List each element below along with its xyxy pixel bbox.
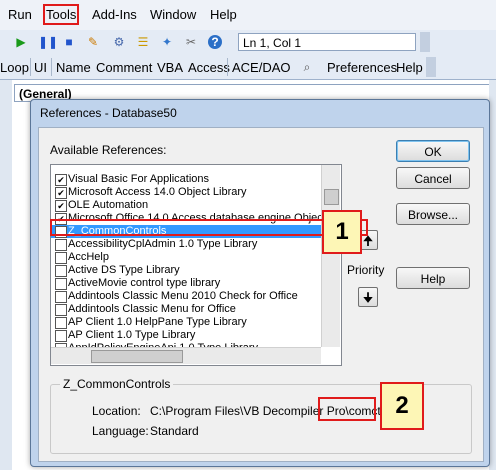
separator xyxy=(227,58,228,76)
reference-label: OLE Automation xyxy=(68,199,149,211)
menu-help[interactable]: Help xyxy=(210,7,237,22)
toolbar-item-preferences[interactable]: Preferences xyxy=(327,60,397,75)
toolbar-item-vba[interactable]: VBA xyxy=(157,60,183,75)
reference-label: ActiveMovie control type library xyxy=(68,277,221,289)
menu-add-ins[interactable]: Add-Ins xyxy=(92,7,137,22)
checkbox[interactable] xyxy=(55,330,67,342)
reference-label: Microsoft Access 14.0 Object Library xyxy=(68,186,247,198)
separator xyxy=(51,58,52,76)
available-references-label: Available References: xyxy=(50,143,167,157)
reference-item[interactable]: ✔ OLE Automation xyxy=(51,199,323,212)
checkbox[interactable] xyxy=(55,252,67,264)
toolbar-grip[interactable] xyxy=(420,32,430,52)
scroll-thumb[interactable] xyxy=(324,189,339,205)
checkbox[interactable] xyxy=(55,239,67,251)
ok-button[interactable]: OK xyxy=(396,140,470,162)
callout-2: 2 xyxy=(380,382,424,430)
group-legend: Z_CommonControls xyxy=(60,377,174,391)
toolbar-item-help[interactable]: Help xyxy=(396,60,423,75)
scrollbar[interactable] xyxy=(489,80,496,470)
reference-label: AP Client 1.0 HelpPane Type Library xyxy=(68,316,247,328)
menu-run[interactable]: Run xyxy=(8,7,32,22)
reference-item[interactable]: ActiveMovie control type library xyxy=(51,277,323,290)
margin-strip xyxy=(0,80,12,470)
checkbox[interactable] xyxy=(55,317,67,329)
list-vertical-scrollbar[interactable] xyxy=(321,165,340,347)
browse-button[interactable]: Browse... xyxy=(396,203,470,225)
reference-item[interactable]: Addintools Classic Menu for Office xyxy=(51,303,323,316)
reference-label: AccessibilityCplAdmin 1.0 Type Library xyxy=(68,238,258,250)
reference-label: Addintools Classic Menu 2010 Check for O… xyxy=(68,290,298,302)
reference-label: AP Client 1.0 Type Library xyxy=(68,329,196,341)
reference-item[interactable]: AccHelp xyxy=(51,251,323,264)
toolbar-item-comment[interactable]: Comment xyxy=(96,60,152,75)
stop-icon[interactable]: ■ xyxy=(62,35,76,49)
cursor-position: Ln 1, Col 1 xyxy=(238,33,416,51)
reference-label: Addintools Classic Menu for Office xyxy=(68,303,236,315)
checkbox[interactable]: ✔ xyxy=(55,187,67,199)
project-explorer-icon[interactable]: ⚙ xyxy=(112,35,126,49)
reference-item[interactable]: ✔ Microsoft Access 14.0 Object Library xyxy=(51,186,323,199)
highlight-box xyxy=(50,219,368,236)
checkbox[interactable] xyxy=(55,291,67,303)
highlight-box xyxy=(318,397,376,421)
search-icon[interactable]: ⌕ xyxy=(300,60,314,74)
pause-icon[interactable]: ❚❚ xyxy=(38,35,58,49)
checkbox[interactable]: ✔ xyxy=(55,174,67,186)
addin-toolbar: Loop UI Name Comment VBA Access ACE/DAO … xyxy=(0,55,496,80)
toolbar-grip[interactable] xyxy=(426,57,436,77)
priority-down-button[interactable]: 🠋 xyxy=(358,287,378,307)
location-label: Location: xyxy=(92,404,141,418)
menu-window[interactable]: Window xyxy=(150,7,196,22)
run-icon[interactable]: ▶ xyxy=(14,35,28,49)
arrow-down-icon: 🠋 xyxy=(362,290,374,305)
dialog-title: References - Database50 xyxy=(40,106,177,120)
reference-item[interactable]: Active DS Type Library xyxy=(51,264,323,277)
menu-bar: Run Tools Add-Ins Window Help xyxy=(0,0,496,31)
help-button[interactable]: Help xyxy=(396,267,470,289)
references-list[interactable]: ✔ Visual Basic For Applications ✔ Microsoft… xyxy=(50,164,342,366)
separator xyxy=(30,58,31,76)
reference-label: Visual Basic For Applications xyxy=(68,173,210,185)
language-value: Standard xyxy=(150,424,199,438)
toolbox-icon[interactable]: ✂ xyxy=(184,35,198,49)
scroll-thumb[interactable] xyxy=(91,350,183,363)
cancel-button[interactable]: Cancel xyxy=(396,167,470,189)
toolbar-item-ui[interactable]: UI xyxy=(34,60,47,75)
reference-label: Active DS Type Library xyxy=(68,264,180,276)
reference-item[interactable]: AccessibilityCplAdmin 1.0 Type Library xyxy=(51,238,323,251)
help-icon[interactable]: ? xyxy=(208,35,222,49)
checkbox[interactable]: ✔ xyxy=(55,200,67,212)
toolbar-item-loop[interactable]: Loop xyxy=(0,60,29,75)
checkbox[interactable] xyxy=(55,278,67,290)
reference-item[interactable]: AP Client 1.0 Type Library xyxy=(51,329,323,342)
toolbar-item-ace-dao[interactable]: ACE/DAO xyxy=(232,60,291,75)
checkbox[interactable] xyxy=(55,304,67,316)
menu-tools[interactable]: Tools xyxy=(42,4,80,25)
priority-label: Priority xyxy=(347,263,385,277)
object-browser-icon[interactable]: ✦ xyxy=(160,35,174,49)
list-horizontal-scrollbar[interactable] xyxy=(51,347,321,364)
reference-item[interactable]: ✔ Visual Basic For Applications xyxy=(51,173,323,186)
checkbox[interactable] xyxy=(55,265,67,277)
design-mode-icon[interactable]: ✎ xyxy=(86,35,100,49)
reference-label: AccHelp xyxy=(68,251,109,263)
language-label: Language: xyxy=(92,424,149,438)
toolbar-item-access[interactable]: Access xyxy=(188,60,230,75)
callout-1: 1 xyxy=(322,210,362,254)
reference-item[interactable]: AP Client 1.0 HelpPane Type Library xyxy=(51,316,323,329)
reference-item[interactable]: Addintools Classic Menu 2010 Check for O… xyxy=(51,290,323,303)
properties-icon[interactable]: ☰ xyxy=(136,35,150,49)
toolbar-item-name[interactable]: Name xyxy=(56,60,91,75)
